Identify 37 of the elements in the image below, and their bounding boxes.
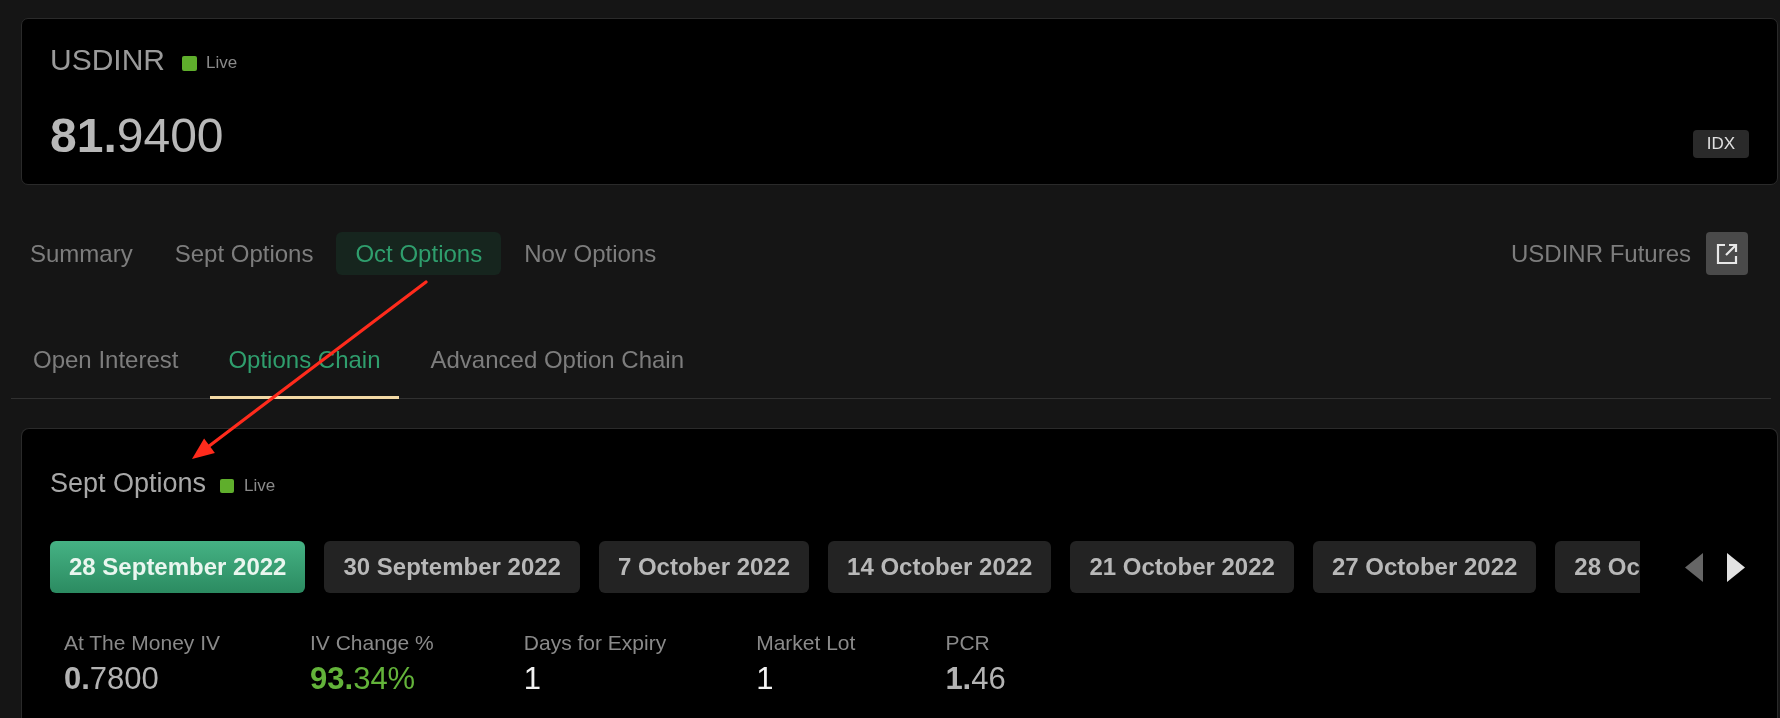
view-tab[interactable]: Advanced Option Chain (412, 320, 702, 399)
live-status-icon (220, 479, 235, 493)
nav-tab[interactable]: Oct Options (336, 232, 502, 275)
stat-value: 1 (756, 661, 775, 697)
instrument-price: 81.9400 (50, 108, 224, 164)
right-triangle-icon (1727, 552, 1745, 582)
expiry-date-button[interactable]: 21 October 2022 (1070, 541, 1294, 593)
nav-tab[interactable]: Nov Options (505, 232, 676, 275)
live-status-label: Live (244, 476, 276, 496)
nav-tab[interactable]: Summary (11, 232, 152, 275)
futures-link[interactable]: USDINR Futures (1510, 239, 1691, 268)
expiry-date-button[interactable]: 28 Oc (1555, 541, 1640, 593)
expiry-date-button[interactable]: 14 October 2022 (828, 541, 1052, 593)
stat-label: Market Lot (756, 630, 856, 655)
expiry-date-button[interactable]: 27 October 2022 (1312, 541, 1537, 593)
expiry-date-button[interactable]: 30 September 2022 (324, 541, 580, 593)
expiry-date-button[interactable]: 7 October 2022 (598, 541, 810, 593)
live-status-label: Live (206, 53, 238, 73)
live-status-icon (182, 55, 197, 71)
stat-value: 93.34% (310, 661, 417, 697)
external-link-icon (1716, 242, 1738, 265)
stat-label: Days for Expiry (523, 630, 667, 655)
expiry-date-button[interactable]: 28 September 2022 (50, 541, 306, 593)
panel-title: Sept Options (50, 467, 207, 499)
stat-label: PCR (945, 630, 991, 655)
stat-value: 1 (523, 661, 543, 697)
left-triangle-icon (1685, 552, 1703, 582)
stat-label: IV Change % (310, 630, 434, 655)
view-tab[interactable]: Open Interest (15, 320, 197, 399)
stat-value: 1.46 (945, 661, 1006, 697)
open-external-button[interactable] (1706, 232, 1748, 275)
stat-value: 0.7800 (64, 661, 160, 697)
scroll-right-button[interactable] (1727, 552, 1745, 582)
stat-label: At The Money IV (64, 630, 221, 655)
instrument-symbol: USDINR (50, 42, 165, 78)
instrument-type-tag: IDX (1692, 130, 1749, 158)
nav-tab[interactable]: Sept Options (155, 232, 333, 275)
